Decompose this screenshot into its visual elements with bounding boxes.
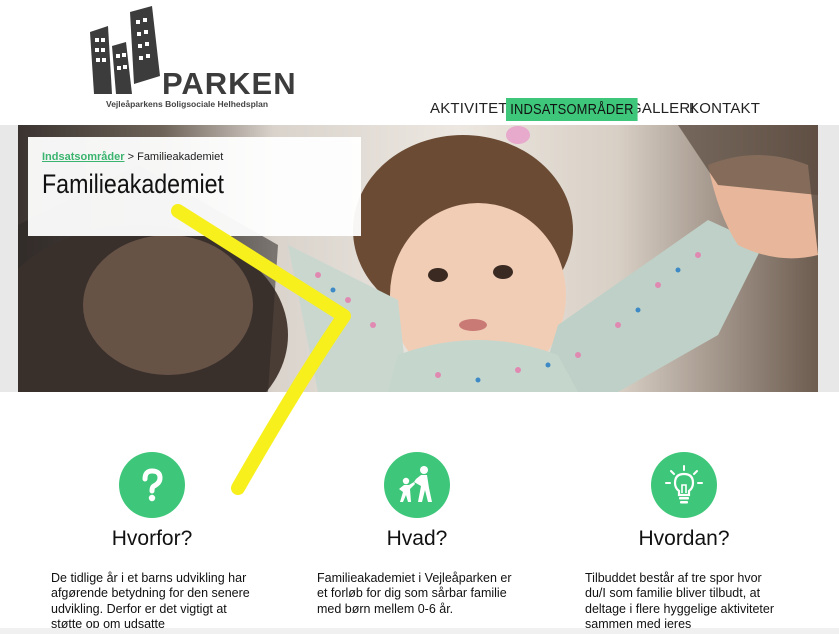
feature-title: Hvorfor? [111, 527, 193, 550]
hero-margin-left [0, 125, 18, 392]
feature-hvorfor: Hvorfor? De tidlige år i et barns udvikl… [42, 452, 262, 631]
feature-hvordan: Hvordan? Tilbuddet består af tre spor hv… [574, 452, 794, 631]
breadcrumb: Indsatsområder > Familieakademiet [42, 151, 347, 163]
question-icon [119, 452, 185, 518]
site-logo[interactable]: PARKEN Vejleåparkens Boligsociale Helhed… [90, 6, 296, 110]
feature-text: Familieakademiet i Vejleåparken er et fo… [317, 571, 512, 616]
feature-text: Tilbuddet består af tre spor hvor du/I s… [585, 571, 775, 632]
breadcrumb-current: Familieakademiet [137, 151, 224, 163]
hero-title-box: Indsatsområder > Familieakademiet Famili… [28, 137, 361, 236]
nav-indsatsomrader[interactable]: INDSATSOMRÅDER [506, 97, 638, 121]
buildings-logo-icon [90, 6, 160, 94]
main-nav: AKTIVITETER INDSATSOMRÅDER GALLERI KONTA… [425, 96, 760, 122]
page-bottom-edge [0, 628, 839, 634]
page-title: Familieakademiet [42, 169, 224, 199]
feature-text: De tidlige år i et barns udvikling har a… [51, 571, 250, 632]
lightbulb-icon [651, 452, 717, 518]
nav-kontakt[interactable]: KONTAKT [684, 97, 765, 120]
feature-title: Hvordan? [638, 527, 730, 550]
feature-hvad: Hvad? Familieakademiet i Vejleåparken er… [307, 452, 527, 616]
feature-title: Hvad? [386, 527, 448, 550]
breadcrumb-separator: > [127, 151, 135, 163]
brand-tagline: Vejleåparkens Boligsociale Helhedsplan [106, 99, 269, 109]
breadcrumb-parent-link[interactable]: Indsatsområder [42, 151, 125, 163]
family-icon [384, 452, 450, 518]
hero-margin-right [818, 125, 839, 392]
brand-name: PARKEN [162, 66, 297, 101]
